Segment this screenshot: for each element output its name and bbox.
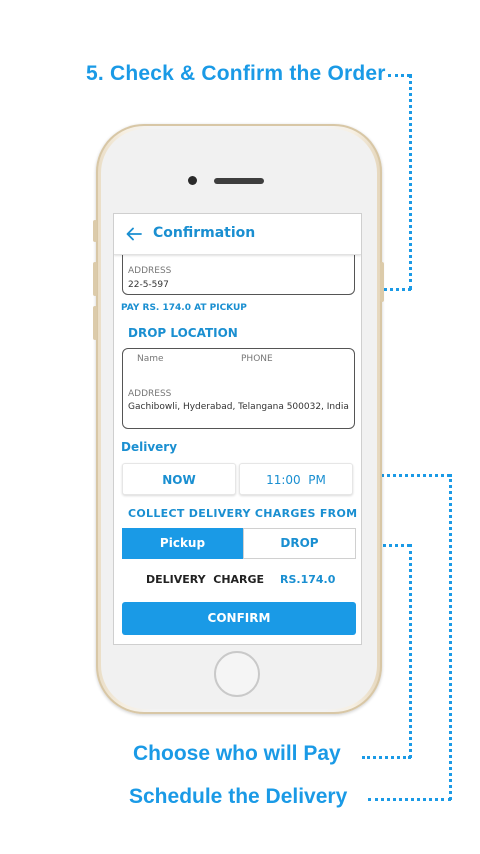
- collect-drop-button[interactable]: DROP: [243, 528, 356, 559]
- drop-address-label: ADDRESS: [128, 389, 172, 399]
- front-camera: [188, 176, 197, 185]
- speaker-grille: [214, 178, 264, 184]
- drop-location-box: Name PHONE ADDRESS Gachibowli, Hyderabad…: [122, 348, 355, 429]
- caption-check-confirm: 5. Check & Confirm the Order: [86, 62, 386, 85]
- app-screen: Confirmation ADDRESS 22-5-597 PAY RS. 17…: [113, 213, 362, 645]
- home-button[interactable]: [214, 651, 260, 697]
- arrow-left-icon[interactable]: [126, 227, 142, 241]
- drop-phone-label: PHONE: [241, 354, 273, 364]
- connector-top-horizontal: [388, 74, 410, 77]
- connector-time-vertical: [449, 474, 452, 800]
- drop-location-title: DROP LOCATION: [128, 326, 238, 340]
- app-header: Confirmation: [114, 214, 361, 255]
- delivery-charge-value: RS.174.0: [280, 573, 336, 586]
- delivery-now-button[interactable]: NOW: [122, 463, 236, 495]
- pickup-address-value: 22-5-597: [128, 280, 169, 290]
- collect-charges-title: COLLECT DELIVERY CHARGES FROM: [128, 507, 358, 520]
- delivery-title: Delivery: [121, 440, 178, 454]
- collect-pickup-button[interactable]: Pickup: [122, 528, 243, 559]
- confirm-button[interactable]: CONFIRM: [122, 602, 356, 635]
- pay-at-pickup-note: PAY RS. 174.0 AT PICKUP: [121, 303, 247, 313]
- delivery-time-button[interactable]: 11:00 PM: [239, 463, 353, 495]
- pickup-address-label: ADDRESS: [128, 266, 172, 276]
- caption-schedule: Schedule the Delivery: [129, 785, 348, 808]
- connector-pay-horizontal: [362, 756, 411, 759]
- connector-top-vertical: [409, 74, 412, 290]
- phone-volume-down: [93, 306, 97, 340]
- phone-volume-up: [93, 262, 97, 296]
- caption-choose-pay: Choose who will Pay: [133, 742, 341, 765]
- page-title: Confirmation: [153, 225, 256, 241]
- phone-power-button: [380, 262, 384, 302]
- drop-name-label: Name: [137, 354, 164, 364]
- connector-drop-vertical: [409, 544, 412, 758]
- connector-schedule-horizontal: [368, 798, 451, 801]
- drop-address-value: Gachibowli, Hyderabad, Telangana 500032,…: [128, 402, 349, 412]
- delivery-charge-label: DELIVERY CHARGE: [146, 573, 265, 586]
- phone-side-button: [93, 220, 97, 242]
